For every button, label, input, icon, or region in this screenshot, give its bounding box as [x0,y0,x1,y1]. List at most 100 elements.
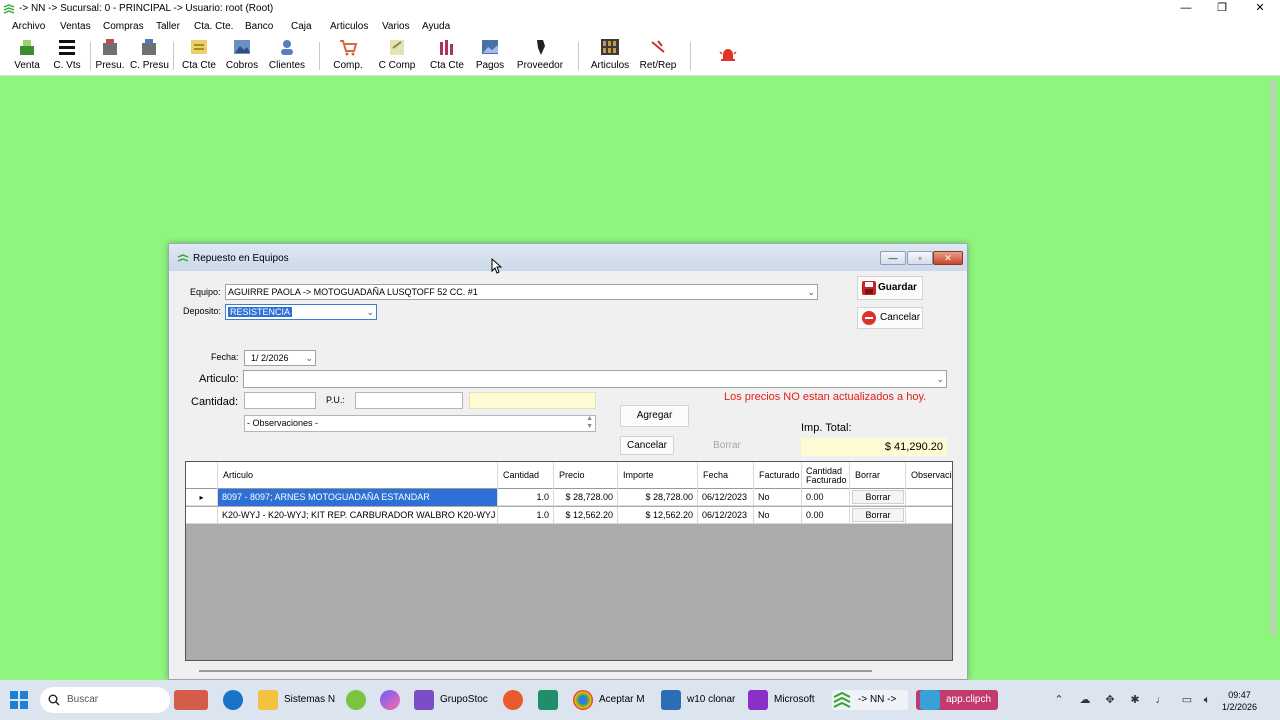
table-row[interactable]: K20-WYJ - K20-WYJ; KIT REP. CARBURADOR W… [186,507,952,524]
menu-caja[interactable]: Caja [291,21,312,32]
cell-observacion[interactable] [906,507,952,524]
header-importe[interactable]: Importe [618,462,698,489]
header-articulo[interactable]: Articulo [218,462,498,489]
windows-start-icon[interactable] [10,691,28,709]
cell-importe[interactable]: $ 12,562.20 [618,507,698,524]
guardar-button[interactable]: Guardar [857,276,923,300]
toolbar-c-presu[interactable]: C. Presu [130,38,169,74]
cell-precio[interactable]: $ 28,728.00 [554,489,618,506]
taskbar-search[interactable]: Buscar [40,687,170,713]
toolbar-venta[interactable]: Venta [10,38,44,74]
cell-articulo[interactable]: 8097 - 8097; ARNES MOTOGUADAÑA ESTANDAR [218,489,498,506]
volume-icon[interactable]: 🔈︎ [1200,694,1214,706]
toolbar-c-vts[interactable]: C. Vts [50,38,84,74]
toolbar-cta-cte-2[interactable]: Cta Cte [428,38,466,74]
taskbar-clock[interactable]: 09:47 1/2/2026 [1222,689,1257,713]
cell-cantidad[interactable]: 1.0 [498,489,554,506]
vertical-scrollbar[interactable] [1271,80,1275,636]
header-cantidad[interactable]: Cantidad [498,462,554,489]
menu-ventas[interactable]: Ventas [60,21,91,32]
cell-fecha[interactable]: 06/12/2023 [698,489,754,506]
dialog-close-button[interactable]: ✕ [933,251,963,265]
cell-facturado[interactable]: No [754,489,802,506]
cell-fecha[interactable]: 06/12/2023 [698,507,754,524]
toolbar-c-comp[interactable]: C Comp [376,38,418,74]
toolbar-cobros[interactable]: Cobros [224,38,260,74]
cell-articulo[interactable]: K20-WYJ - K20-WYJ; KIT REP. CARBURADOR W… [218,507,498,524]
taskbar-copilot[interactable] [380,690,400,710]
row-borrar-button[interactable]: Borrar [852,508,904,522]
menu-banco[interactable]: Banco [245,21,273,32]
toolbar-presu[interactable]: Presu. [94,38,126,74]
minimize-button[interactable]: — [1168,0,1204,18]
taskbar-remote[interactable]: w10 clonar [661,690,735,710]
taskbar-explorer[interactable]: Sistemas N [258,690,335,710]
taskbar-chrome[interactable]: Aceptar M [573,690,649,710]
taskbar-nn[interactable]: -> NN -> [832,690,908,710]
monitor-icon[interactable]: ▭ [1180,694,1194,706]
dialog-maximize-button[interactable]: ▫ [907,251,933,265]
header-fecha[interactable]: Fecha [698,462,754,489]
cell-importe[interactable]: $ 28,728.00 [618,489,698,506]
row-borrar-button[interactable]: Borrar [852,490,904,504]
header-borrar[interactable]: Borrar [850,462,906,489]
toolbar-clientes[interactable]: Clientes [268,38,306,74]
header-precio[interactable]: Precio [554,462,618,489]
deposito-select[interactable]: RESISTENCIA ⌄ [225,304,377,320]
menu-compras[interactable]: Compras [103,21,144,32]
menu-taller[interactable]: Taller [156,21,180,32]
row-selector[interactable] [186,507,218,524]
cell-cantidad[interactable]: 1.0 [498,507,554,524]
microphone-icon[interactable]: ♩ [1154,694,1168,706]
cantidad-input[interactable] [244,392,316,409]
taskbar-firefox[interactable] [503,690,523,710]
dialog-minimize-button[interactable]: — [880,251,906,265]
maximize-button[interactable]: ❐ [1204,0,1240,18]
header-facturado[interactable]: Facturado [754,462,802,489]
fecha-picker[interactable]: 1/ 2/2026 ⌄ [244,350,316,366]
observaciones-input[interactable]: - Observaciones - ▲ ▼ [244,415,596,432]
cancelar-button[interactable]: Cancelar [620,436,674,455]
menu-articulos[interactable]: Articulos [330,21,368,32]
network-app-icon[interactable]: ✱ [1128,694,1142,706]
grid-horizontal-scrollbar[interactable] [199,670,872,672]
toolbar-alarm[interactable] [716,38,740,74]
taskbar-app-green[interactable] [346,690,366,710]
toolbar-separator [90,42,91,70]
toolbar-articulos[interactable]: Articulos [588,38,632,74]
cell-facturado[interactable]: No [754,507,802,524]
menu-ayuda[interactable]: Ayuda [422,21,450,32]
borrar-button[interactable]: Borrar [700,436,754,455]
cell-cantidad-facturado[interactable]: 0.00 [802,489,850,506]
edge-icon [223,690,243,710]
toolbar-comp[interactable]: Comp. [330,38,366,74]
menu-varios[interactable]: Varios [382,21,410,32]
taskbar-clipchamp[interactable]: app.clipch [916,690,998,710]
taskbar-app-v[interactable] [538,690,558,710]
header-observacion[interactable]: Observacio [906,462,952,489]
menu-cta-cte[interactable]: Cta. Cte. [194,21,233,32]
equipo-select[interactable]: AGUIRRE PAOLA -> MOTOGUADAÑA LUSQTOFF 52… [225,284,818,300]
menu-archivo[interactable]: Archivo [12,21,45,32]
articulo-select[interactable]: ⌄ [243,370,947,388]
taskbar-visual-studio[interactable]: GrupoStoc [414,690,490,710]
taskbar-widget[interactable] [174,690,208,710]
toolbar-ret-rep[interactable]: Ret/Rep [638,38,678,74]
chevron-up-icon[interactable]: ⌃ [1052,694,1066,706]
taskbar-microsoft[interactable]: Microsoft [748,690,822,710]
cloud-icon[interactable]: ☁ [1078,694,1092,706]
toolbar-proveedor[interactable]: Proveedor [516,38,564,74]
agregar-button[interactable]: Agregar [620,405,689,427]
cell-precio[interactable]: $ 12,562.20 [554,507,618,524]
cell-cantidad-facturado[interactable]: 0.00 [802,507,850,524]
toolbar-cta-cte[interactable]: Cta Cte [180,38,218,74]
toolbar-pagos[interactable]: Pagos [474,38,506,74]
header-cantidad-facturado[interactable]: Cantidad Facturado [802,462,850,489]
table-row[interactable]: ▸ 8097 - 8097; ARNES MOTOGUADAÑA ESTANDA… [186,489,952,506]
cancelar-top-button[interactable]: Cancelar [857,307,923,329]
close-button[interactable]: ✕ [1242,0,1278,18]
taskbar-edge[interactable] [223,690,243,710]
cell-observacion[interactable] [906,489,952,506]
dropbox-icon[interactable]: ✥ [1103,694,1117,706]
pu-input[interactable] [355,392,463,409]
